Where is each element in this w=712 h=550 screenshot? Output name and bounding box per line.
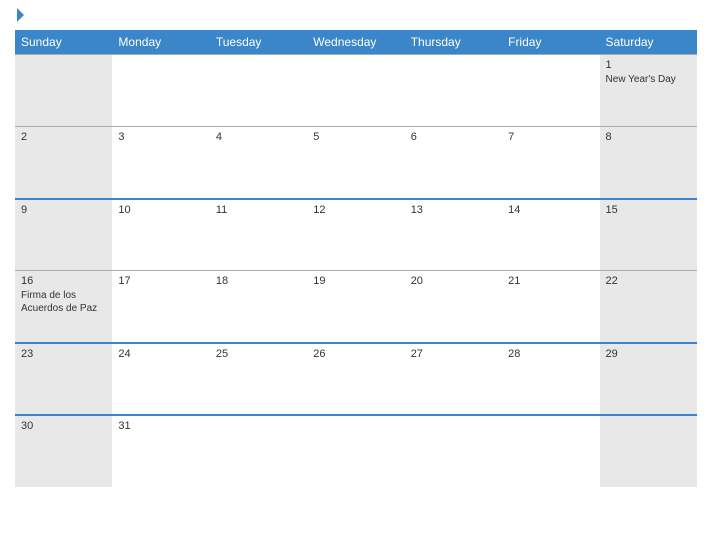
weekday-header-tuesday: Tuesday bbox=[210, 30, 307, 55]
calendar-cell: 26 bbox=[307, 343, 404, 415]
logo-triangle-icon bbox=[17, 8, 24, 22]
weekday-header-saturday: Saturday bbox=[600, 30, 697, 55]
day-number: 13 bbox=[411, 204, 496, 216]
day-number: 1 bbox=[606, 59, 691, 71]
calendar-cell: 27 bbox=[405, 343, 502, 415]
calendar-cell: 23 bbox=[15, 343, 112, 415]
weekday-header-wednesday: Wednesday bbox=[307, 30, 404, 55]
weekday-header-sunday: Sunday bbox=[15, 30, 112, 55]
week-row-4: 16 Firma de los Acuerdos de Paz 17 18 19 20 21… bbox=[15, 271, 697, 343]
day-number: 30 bbox=[21, 420, 106, 432]
day-number: 9 bbox=[21, 204, 106, 216]
calendar-cell bbox=[502, 55, 599, 127]
calendar-cell: 24 bbox=[112, 343, 209, 415]
weekday-header-friday: Friday bbox=[502, 30, 599, 55]
day-number: 15 bbox=[606, 204, 691, 216]
week-row-1: 1 New Year's Day bbox=[15, 55, 697, 127]
day-number: 4 bbox=[216, 131, 301, 143]
calendar-cell bbox=[210, 415, 307, 487]
calendar-table: SundayMondayTuesdayWednesdayThursdayFrid… bbox=[15, 30, 697, 487]
calendar-cell bbox=[502, 415, 599, 487]
calendar-cell: 29 bbox=[600, 343, 697, 415]
calendar-cell: 12 bbox=[307, 199, 404, 271]
day-number: 6 bbox=[411, 131, 496, 143]
day-number: 25 bbox=[216, 348, 301, 360]
calendar-cell: 14 bbox=[502, 199, 599, 271]
holiday-name: New Year's Day bbox=[606, 74, 676, 85]
calendar-cell: 17 bbox=[112, 271, 209, 343]
calendar-header bbox=[15, 10, 697, 22]
calendar-cell: 4 bbox=[210, 127, 307, 199]
day-number: 20 bbox=[411, 275, 496, 287]
day-number: 3 bbox=[118, 131, 203, 143]
week-row-3: 9 10 11 12 13 14 15 bbox=[15, 199, 697, 271]
calendar-cell bbox=[405, 415, 502, 487]
day-number: 29 bbox=[606, 348, 691, 360]
calendar-cell: 2 bbox=[15, 127, 112, 199]
calendar-cell: 18 bbox=[210, 271, 307, 343]
day-number: 22 bbox=[606, 275, 691, 287]
calendar-cell: 8 bbox=[600, 127, 697, 199]
calendar-cell: 16 Firma de los Acuerdos de Paz bbox=[15, 271, 112, 343]
calendar-cell: 9 bbox=[15, 199, 112, 271]
day-number: 27 bbox=[411, 348, 496, 360]
calendar-cell: 31 bbox=[112, 415, 209, 487]
day-number: 10 bbox=[118, 204, 203, 216]
day-number: 19 bbox=[313, 275, 398, 287]
week-row-6: 30 31 bbox=[15, 415, 697, 487]
calendar-cell bbox=[15, 55, 112, 127]
week-row-5: 23 24 25 26 27 28 29 bbox=[15, 343, 697, 415]
calendar-cell: 22 bbox=[600, 271, 697, 343]
day-number: 7 bbox=[508, 131, 593, 143]
day-number: 8 bbox=[606, 131, 691, 143]
calendar-cell: 10 bbox=[112, 199, 209, 271]
day-number: 26 bbox=[313, 348, 398, 360]
calendar-cell bbox=[405, 55, 502, 127]
day-number: 28 bbox=[508, 348, 593, 360]
day-number: 24 bbox=[118, 348, 203, 360]
calendar-cell: 20 bbox=[405, 271, 502, 343]
calendar-cell: 19 bbox=[307, 271, 404, 343]
calendar-container: SundayMondayTuesdayWednesdayThursdayFrid… bbox=[0, 0, 712, 550]
calendar-cell: 5 bbox=[307, 127, 404, 199]
day-number: 5 bbox=[313, 131, 398, 143]
weekday-header-thursday: Thursday bbox=[405, 30, 502, 55]
day-number: 14 bbox=[508, 204, 593, 216]
day-number: 2 bbox=[21, 131, 106, 143]
calendar-cell: 7 bbox=[502, 127, 599, 199]
calendar-cell: 3 bbox=[112, 127, 209, 199]
calendar-cell: 11 bbox=[210, 199, 307, 271]
day-number: 31 bbox=[118, 420, 203, 432]
day-number: 18 bbox=[216, 275, 301, 287]
day-number: 17 bbox=[118, 275, 203, 287]
day-number: 23 bbox=[21, 348, 106, 360]
calendar-cell: 13 bbox=[405, 199, 502, 271]
logo bbox=[15, 10, 24, 22]
calendar-cell bbox=[210, 55, 307, 127]
weekday-header-monday: Monday bbox=[112, 30, 209, 55]
day-number: 16 bbox=[21, 275, 106, 287]
logo-blue-text bbox=[15, 10, 24, 22]
calendar-cell: 1 New Year's Day bbox=[600, 55, 697, 127]
calendar-cell: 15 bbox=[600, 199, 697, 271]
weekday-header-row: SundayMondayTuesdayWednesdayThursdayFrid… bbox=[15, 30, 697, 55]
calendar-cell bbox=[112, 55, 209, 127]
day-number: 21 bbox=[508, 275, 593, 287]
calendar-cell: 25 bbox=[210, 343, 307, 415]
day-number: 11 bbox=[216, 204, 301, 216]
calendar-cell: 30 bbox=[15, 415, 112, 487]
holiday-name: Firma de los Acuerdos de Paz bbox=[21, 290, 97, 314]
calendar-cell: 28 bbox=[502, 343, 599, 415]
day-number: 12 bbox=[313, 204, 398, 216]
calendar-cell: 21 bbox=[502, 271, 599, 343]
week-row-2: 23 45 67 8 bbox=[15, 127, 697, 199]
calendar-cell bbox=[307, 55, 404, 127]
calendar-cell: 6 bbox=[405, 127, 502, 199]
calendar-cell bbox=[600, 415, 697, 487]
calendar-cell bbox=[307, 415, 404, 487]
